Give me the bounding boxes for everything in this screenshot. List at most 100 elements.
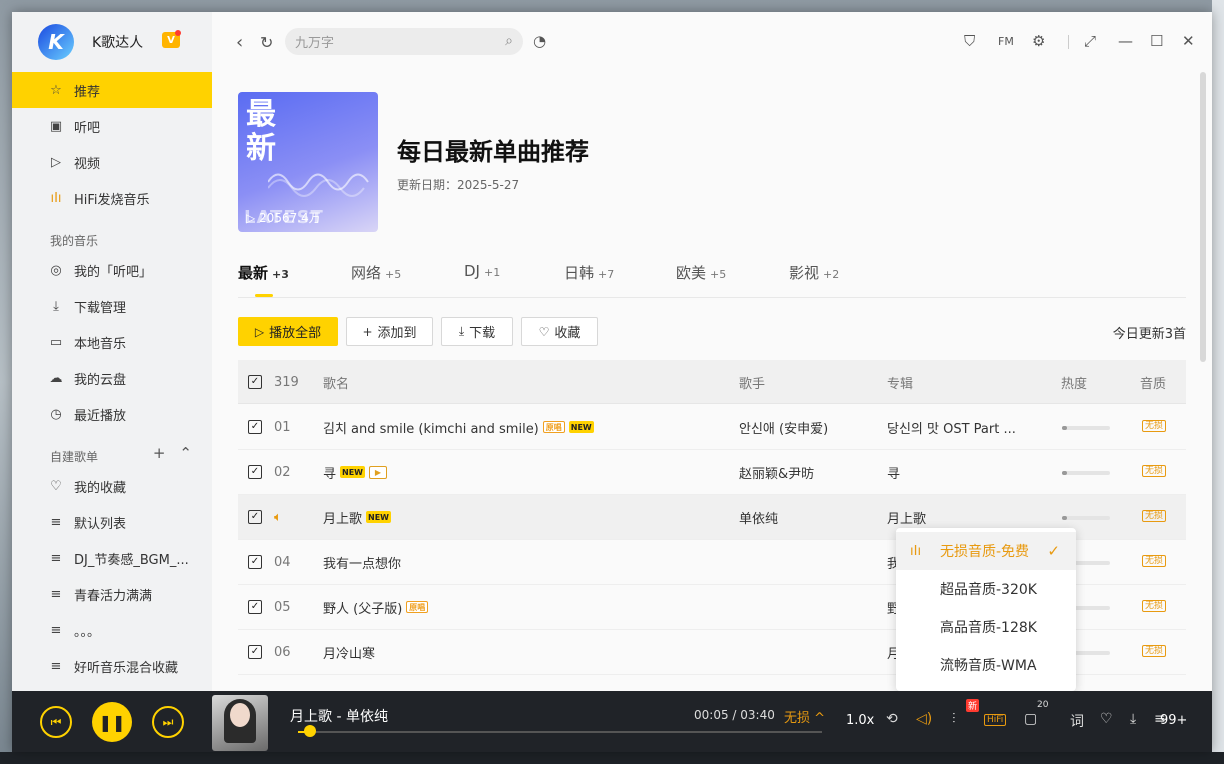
quality-option[interactable]: 高品音质-128K	[896, 608, 1076, 646]
quality-badge[interactable]: 无损	[1142, 555, 1167, 567]
artist-name[interactable]: 赵丽颖&尹昉	[739, 450, 814, 494]
search-input[interactable]: 九万字 ⌕	[285, 28, 523, 55]
maximize-icon[interactable]: ☐	[1150, 32, 1163, 50]
sidebar-item-hifi[interactable]: ıIı HiFi发烧音乐	[12, 180, 212, 216]
queue-count[interactable]: 99+	[1160, 713, 1187, 728]
song-name-cell[interactable]: 月上歌 NEW	[323, 495, 391, 539]
scrollbar[interactable]	[1200, 72, 1206, 362]
row-checkbox[interactable]: ✓	[248, 645, 262, 659]
table-row[interactable]: ✓ 01 김치 and smile (kimchi and smile) 原唱 NEW 안…	[238, 405, 1186, 450]
quality-badge[interactable]: 无损	[1142, 600, 1167, 612]
equalizer-icon[interactable]: ⫶	[952, 711, 956, 727]
sidebar-item-downloads[interactable]: ⤓ 下载管理	[12, 288, 212, 324]
quality-option[interactable]: 流畅音质-WMA	[896, 646, 1076, 684]
row-checkbox[interactable]: ✓	[248, 465, 262, 479]
song-name-cell[interactable]: 我有一点想你	[323, 540, 401, 584]
tab-network[interactable]: 网络 +5	[351, 262, 401, 283]
download-button[interactable]: ⤓ 下载	[441, 317, 513, 346]
close-icon[interactable]: ✕	[1182, 32, 1195, 50]
back-icon[interactable]: ‹	[236, 32, 243, 53]
sidebar-item-my-tingba[interactable]: ◎ 我的「听吧」	[12, 252, 212, 288]
loop-icon[interactable]: ⟲	[886, 711, 898, 727]
tab-dj[interactable]: DJ +1	[464, 262, 500, 280]
song-name-cell[interactable]: 김치 and smile (kimchi and smile) 原唱 NEW	[323, 405, 594, 449]
header-quality[interactable]: 音质	[1140, 360, 1166, 404]
comment-icon[interactable]: ▢	[1024, 711, 1037, 727]
header-name[interactable]: 歌名	[323, 360, 349, 404]
table-row[interactable]: ✓ 02 寻 NEW ▶ 赵丽颖&尹昉寻无损	[238, 450, 1186, 495]
progress-bar[interactable]	[298, 731, 822, 733]
search-icon[interactable]: ⌕	[505, 33, 513, 49]
tab-latest[interactable]: 最新 +3	[238, 262, 289, 283]
row-checkbox[interactable]: ✓	[248, 555, 262, 569]
sidebar-item-default-list[interactable]: ≡ 默认列表	[12, 504, 212, 540]
favorite-button[interactable]: ♡ 收藏	[521, 317, 598, 346]
next-track-button[interactable]: ⏭	[152, 706, 184, 738]
select-all-checkbox[interactable]: ✓	[248, 375, 262, 389]
song-name-cell[interactable]: 月冷山寒	[323, 630, 375, 674]
row-checkbox[interactable]: ✓	[248, 600, 262, 614]
mini-mode-icon[interactable]: ⤢	[1084, 32, 1096, 50]
sidebar-item-tingba[interactable]: ▣ 听吧	[12, 108, 212, 144]
pause-button[interactable]: ❚❚	[92, 702, 132, 742]
add-playlist-icon[interactable]: +	[153, 444, 166, 462]
sidebar-item-youth[interactable]: ≡ 青春活力满满	[12, 576, 212, 612]
today-update-count: 今日更新3首	[1112, 327, 1186, 342]
speed-button[interactable]: 1.0x	[846, 713, 874, 728]
sidebar-item-mix[interactable]: ≡ 好听音乐混合收藏	[12, 648, 212, 684]
header-heat[interactable]: 热度	[1061, 360, 1087, 404]
notification-dot	[175, 30, 181, 36]
header-album[interactable]: 专辑	[887, 360, 913, 404]
mv-icon[interactable]: ▶	[369, 465, 387, 479]
monitor-icon: ▭	[49, 334, 63, 350]
quality-badge[interactable]: 无损	[1142, 510, 1167, 522]
progress-handle[interactable]	[304, 725, 317, 737]
header-artist[interactable]: 歌手	[739, 360, 765, 404]
add-to-button[interactable]: + 添加到	[346, 317, 433, 346]
album-thumbnail[interactable]	[212, 695, 268, 751]
tab-western[interactable]: 欧美 +5	[676, 262, 726, 283]
collapse-icon[interactable]: ⌃	[179, 444, 192, 462]
volume-icon[interactable]: ◁)	[916, 711, 932, 727]
sidebar-item-favorites[interactable]: ♡ 我的收藏	[12, 468, 212, 504]
hifi-button[interactable]: HiFi	[984, 714, 1007, 726]
quality-option[interactable]: ıIı 无损音质-免费 ✓	[896, 532, 1076, 570]
song-name-cell[interactable]: 野人 (父子版) 原唱	[323, 585, 429, 629]
play-all-button[interactable]: ▷ 播放全部	[238, 317, 338, 346]
heart-icon[interactable]: ♡	[1100, 711, 1113, 727]
button-label: 添加到	[377, 326, 417, 341]
settings-icon[interactable]: ⚙	[1032, 32, 1045, 50]
quality-badge[interactable]: 无损	[1142, 645, 1167, 657]
lyrics-button[interactable]: 词	[1070, 711, 1084, 731]
sidebar-item-video[interactable]: ▷ 视频	[12, 144, 212, 180]
sidebar-item-cloud[interactable]: ☁ 我的云盘	[12, 360, 212, 396]
sidebar-item-dots[interactable]: ≡ 。。。	[12, 612, 212, 648]
tab-jpkr[interactable]: 日韩 +7	[564, 262, 614, 283]
minimize-icon[interactable]: —	[1118, 32, 1133, 50]
sidebar-item-recent[interactable]: ◷ 最近播放	[12, 396, 212, 432]
quality-badge[interactable]: 无损	[1142, 420, 1167, 432]
refresh-icon[interactable]: ↻	[260, 33, 273, 52]
sidebar-item-dj[interactable]: ≡ DJ_节奏感_BGM_...	[12, 540, 212, 576]
quality-selector[interactable]: 无损 ^	[784, 707, 825, 726]
sidebar-item-recommend[interactable]: ☆ 推荐	[12, 72, 212, 108]
fm-icon[interactable]: FM	[998, 35, 1014, 48]
artist-name[interactable]: 单依纯	[739, 495, 778, 539]
quality-option[interactable]: 超品音质-320K	[896, 570, 1076, 608]
album-name[interactable]: 당신의 맛 OST Part ...	[887, 405, 1037, 449]
download-icon[interactable]: ⤓	[1130, 711, 1136, 727]
song-name-cell[interactable]: 寻 NEW ▶	[323, 450, 387, 494]
voice-search-icon[interactable]: ◔	[533, 32, 546, 50]
now-playing-title[interactable]: 月上歌 - 单依纯	[290, 706, 388, 726]
row-checkbox[interactable]: ✓	[248, 510, 262, 524]
tab-film[interactable]: 影视 +2	[789, 262, 839, 283]
previous-track-button[interactable]: ⏮	[40, 706, 72, 738]
quality-badge[interactable]: 无损	[1142, 465, 1167, 477]
row-checkbox[interactable]: ✓	[248, 420, 262, 434]
skin-icon[interactable]: ⛉	[964, 32, 975, 50]
playlist-cover[interactable]: 最新 LATEST ▷ 20567.4万	[238, 92, 378, 232]
sidebar-item-local-music[interactable]: ▭ 本地音乐	[12, 324, 212, 360]
album-name[interactable]: 寻	[887, 450, 1037, 494]
user-profile[interactable]: K K歌达人	[38, 24, 143, 60]
artist-name[interactable]: 안신애 (安申爱)	[739, 405, 828, 449]
